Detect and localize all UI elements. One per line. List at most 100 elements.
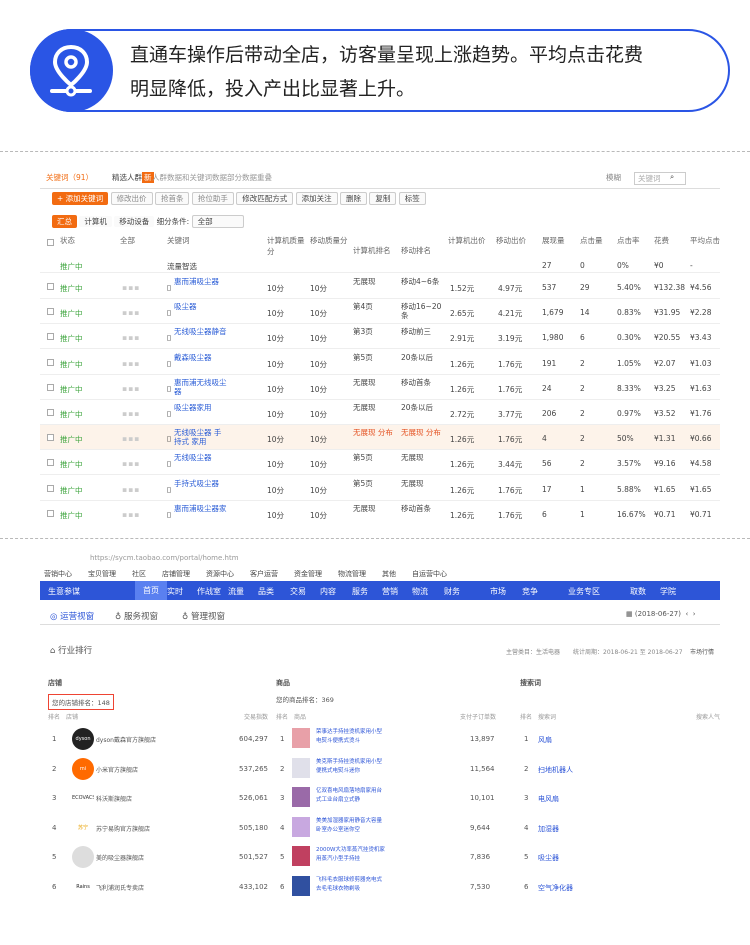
product-name[interactable]: 美美加湿器家用静音大容量卧室办公室迷你空 <box>316 817 386 835</box>
tab-management[interactable]: ♁ 管理视窗 <box>182 610 225 622</box>
nav-item[interactable]: 业务专区 <box>568 586 600 597</box>
bookmark-item[interactable]: 其他 <box>382 569 396 579</box>
store-name[interactable]: 飞利浦润氏专卖店 <box>96 883 144 892</box>
nav-item[interactable]: 交易 <box>290 586 306 597</box>
store-name[interactable]: 科沃斯旗舰店 <box>96 794 132 803</box>
bookmark-item[interactable]: 资金管理 <box>294 569 322 579</box>
row-checkbox[interactable] <box>47 459 54 467</box>
row-checkbox[interactable] <box>47 484 54 492</box>
row-checkbox[interactable] <box>47 283 54 290</box>
row-checkbox[interactable] <box>47 409 54 416</box>
keyword-link[interactable]: 无线吸尘器 手持式 家用 <box>174 428 228 446</box>
table-row[interactable]: ▪▪▪ ▯ 推广中 吸尘器家用 10分 10分 无展现 20条以后 2.72元 3.77元 206 2… <box>40 400 720 425</box>
table-row[interactable]: ▪▪▪ ▯ 推广中 吸尘器 10分 10分 第4页 移动16~20条 2.65元 4.21元 1,6… <box>40 299 720 325</box>
nav-item[interactable]: 流量 <box>228 586 244 597</box>
nav-item[interactable]: 取数 <box>630 586 646 597</box>
col-pc-rank[interactable]: 计算机排名 <box>353 245 391 256</box>
nav-item[interactable]: 竞争 <box>522 586 538 597</box>
edit-bid-button[interactable]: 修改出价 <box>110 192 153 205</box>
col-ctr[interactable]: 点击率 <box>617 235 640 246</box>
position-helper-button[interactable]: 抢位助手 <box>191 192 234 205</box>
table-row[interactable]: ▪▪▪ ▯ 推广中 惠而浦无线吸尘器 10分 10分 无展现 移动首条 1.26元 1.76元 24… <box>40 375 720 400</box>
col-status[interactable]: 状态 <box>60 235 75 246</box>
filter-summary[interactable]: 汇总 <box>52 215 77 228</box>
tab-service[interactable]: ♁ 服务视窗 <box>115 610 158 622</box>
search-term[interactable]: 加湿器 <box>538 824 559 834</box>
search-input[interactable]: 关键词 <box>634 172 686 185</box>
search-term[interactable]: 扫地机器人 <box>538 765 573 775</box>
tab-operation[interactable]: ◎ 运营视窗 <box>50 610 94 622</box>
select-all-checkbox[interactable] <box>47 239 54 246</box>
store-name[interactable]: dyson戴森官方旗舰店 <box>96 735 156 744</box>
search-term[interactable]: 空气净化器 <box>538 883 573 893</box>
address-bar[interactable]: https://sycm.taobao.com/portal/home.htm <box>40 550 720 566</box>
col-all[interactable]: 全部 <box>120 235 135 246</box>
product-name[interactable]: 飞科毛衣服球修剪器充电式去毛毛球衣物剃吸 <box>316 876 386 894</box>
nav-item[interactable]: 作战室 <box>197 586 221 597</box>
nav-item[interactable]: 市场 <box>490 586 506 597</box>
bookmark-item[interactable]: 店铺管理 <box>162 569 190 579</box>
product-name[interactable]: 美克斯手持挂烫机家用小型便携式电熨斗迷你 <box>316 758 386 776</box>
col-cost[interactable]: 花费 <box>654 235 669 246</box>
grab-top-button[interactable]: 抢首条 <box>154 192 190 205</box>
col-m-bid[interactable]: 移动出价 <box>496 235 526 246</box>
row-checkbox[interactable] <box>47 333 54 341</box>
bookmark-item[interactable]: 宝贝管理 <box>88 569 116 579</box>
tab-crowd[interactable]: 精选人群 <box>112 172 142 183</box>
col-pc-bid[interactable]: 计算机出价 <box>448 235 486 246</box>
row-checkbox[interactable] <box>47 434 54 442</box>
store-name[interactable]: 苏宁易购官方旗舰店 <box>96 824 150 833</box>
table-row[interactable]: ▪▪▪ ▯ 推广中 无线吸尘器 10分 10分 第5页 无展现 1.26元 3.44元 56 2 3.5… <box>40 450 720 476</box>
bookmark-item[interactable]: 物流管理 <box>338 569 366 579</box>
tag-button[interactable]: 标签 <box>398 192 426 205</box>
store-name[interactable]: 美的吸尘器旗舰店 <box>96 853 144 862</box>
nav-item[interactable]: 品类 <box>258 586 274 597</box>
keyword-link[interactable]: 惠而浦吸尘器家 <box>174 504 228 513</box>
product-name[interactable]: 2000W大功率蒸汽挂烫机家用蒸汽小型手持挂 <box>316 846 386 864</box>
col-impressions[interactable]: 展现量 <box>542 235 565 246</box>
keyword-link[interactable]: 惠而浦无线吸尘器 <box>174 378 228 396</box>
store-name[interactable]: 小米官方旗舰店 <box>96 765 138 774</box>
search-term[interactable]: 风扇 <box>538 735 552 745</box>
table-row[interactable]: ▪▪▪ ▯ 推广中 戴森吸尘器 10分 10分 第5页 20条以后 1.26元 1.76元 191 2… <box>40 350 720 375</box>
nav-item[interactable]: 物流 <box>412 586 428 597</box>
delete-button[interactable]: 删除 <box>340 192 368 205</box>
nav-item[interactable]: 学院 <box>660 586 676 597</box>
table-row[interactable]: ▪▪▪ ▯ 推广中 无线吸尘器静音 10分 10分 第3页 移动前三 2.91元 3.19元 1,9… <box>40 324 720 350</box>
col-m-quality[interactable]: 移动质量分 <box>310 235 350 246</box>
nav-item[interactable]: 实时 <box>167 586 183 597</box>
col-keyword[interactable]: 关键词 <box>167 235 190 246</box>
row-checkbox[interactable] <box>47 509 54 517</box>
keyword-link[interactable]: 吸尘器家用 <box>174 403 228 412</box>
col-cpc[interactable]: 平均点击花费 <box>690 235 720 246</box>
table-row[interactable]: ▪▪▪ ▯ 推广中 无线吸尘器 手持式 家用 10分 10分 无展现 分布 无展现 分布 1.2… <box>40 425 720 451</box>
nav-item[interactable]: 营销 <box>382 586 398 597</box>
col-pc-quality[interactable]: 计算机质量分 <box>267 235 307 257</box>
search-term[interactable]: 电风扇 <box>538 794 559 804</box>
keyword-link[interactable]: 无线吸尘器 <box>174 453 228 462</box>
date-display[interactable]: ▦ (2018-06-27) ‹ › <box>626 610 696 618</box>
filter-pc[interactable]: 计算机 <box>79 216 112 227</box>
product-name[interactable]: 亿双喜电风扇落地扇家用台式工业台扇立式静 <box>316 787 386 805</box>
nav-item[interactable]: 服务 <box>352 586 368 597</box>
search-term[interactable]: 吸尘器 <box>538 853 559 863</box>
nav-item[interactable]: 首页 <box>135 581 167 600</box>
nav-item[interactable]: 生意参谋 <box>48 586 80 597</box>
keyword-link[interactable]: 吸尘器 <box>174 302 228 311</box>
keyword-link[interactable]: 无线吸尘器静音 <box>174 327 228 336</box>
table-row[interactable]: ▪▪▪ ▯ 推广中 惠而浦吸尘器家 10分 10分 无展现 移动首条 1.26元 1.76元 6 1 1… <box>40 501 720 525</box>
table-row[interactable]: ▪▪▪ ▯ 推广中 手持式吸尘器 10分 10分 第5页 无展现 1.26元 1.76元 17 1 5.… <box>40 476 720 501</box>
search-icon[interactable]: ⌕ <box>670 172 674 182</box>
market-link[interactable]: 市场行情 <box>690 647 714 656</box>
bookmark-item[interactable]: 资源中心 <box>206 569 234 579</box>
bookmark-item[interactable]: 营销中心 <box>44 569 72 579</box>
product-name[interactable]: 荣事达手持挂烫机家用小型电熨斗便携式烫斗 <box>316 728 386 746</box>
table-row[interactable]: ▪▪▪ ▯ 推广中 惠而浦吸尘器 10分 10分 无展现 移动4~6条 1.52元 4.97元 53… <box>40 274 720 299</box>
col-m-rank[interactable]: 移动排名 <box>401 245 431 256</box>
segment-select[interactable]: 全部 <box>191 215 244 228</box>
bookmark-item[interactable]: 自运营中心 <box>412 569 447 579</box>
bookmark-item[interactable]: 社区 <box>132 569 146 579</box>
keyword-link[interactable]: 惠而浦吸尘器 <box>174 277 228 286</box>
edit-match-button[interactable]: 修改匹配方式 <box>236 192 294 205</box>
row-checkbox[interactable] <box>47 358 54 366</box>
